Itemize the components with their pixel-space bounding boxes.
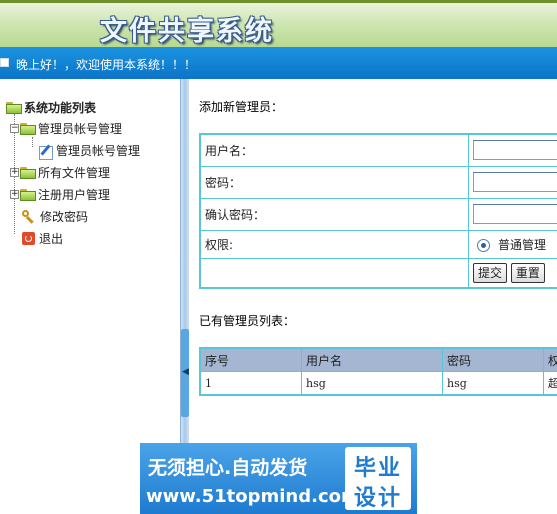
app-title: 文件共享系统	[100, 16, 274, 47]
add-admin-form: 用户名： 密码： 确认密码： 权限: 普通管理 提交 重置	[199, 133, 557, 289]
username-label: 用户名：	[199, 133, 469, 167]
sidebar-item-logout[interactable]: 退出	[22, 229, 63, 247]
folder-icon	[20, 188, 36, 201]
sidebar-item-admin-account-manage[interactable]: 管理员帐号管理	[38, 141, 141, 160]
add-admin-heading: 添加新管理员：	[199, 100, 284, 114]
sidebar-item-admin-accounts[interactable]: − 管理员帐号管理	[10, 119, 122, 137]
welcome-text: 晚上好！，欢迎使用本系统！！！	[16, 58, 197, 72]
collapse-arrow-icon: ◀	[182, 367, 189, 377]
sidebar-item-label: 退出	[39, 231, 64, 246]
username-input[interactable]	[473, 140, 557, 161]
welcome-bar: 晚上好！，欢迎使用本系统！！！	[0, 47, 557, 79]
permission-option-label: 普通管理	[498, 237, 547, 252]
sidebar-item-label: 管理员帐号管理	[38, 121, 123, 136]
sidebar-item-label: 修改密码	[40, 209, 89, 224]
actions-cell: 提交 重置	[468, 257, 557, 289]
exit-icon	[22, 232, 35, 245]
form-row-username: 用户名：	[199, 133, 557, 167]
permission-label: 权限:	[199, 229, 469, 259]
sidebar-root[interactable]: 系统功能列表	[6, 98, 96, 116]
column-header: 用户名	[301, 347, 443, 372]
username-cell	[468, 133, 557, 167]
sidebar-item-label: 注册用户管理	[38, 187, 111, 202]
reset-button[interactable]: 重置	[510, 262, 545, 283]
column-header: 序号	[199, 347, 302, 372]
table-row: 1 hsg hsg 超	[199, 371, 557, 396]
folder-icon	[20, 166, 36, 179]
admin-list-heading: 已有管理员列表：	[199, 314, 296, 328]
folder-icon	[20, 122, 36, 135]
watermark-line2: www.51topmind.com	[146, 486, 360, 507]
sidebar-item-change-password[interactable]: 修改密码	[22, 207, 88, 225]
form-row-confirm: 确认密码：	[199, 197, 557, 231]
sidebar-item-registered-users[interactable]: + 注册用户管理	[10, 185, 110, 203]
confirm-cell	[468, 197, 557, 231]
key-icon	[22, 209, 36, 224]
form-row-password: 密码：	[199, 165, 557, 199]
form-row-permission: 权限: 普通管理	[199, 229, 557, 259]
password-input[interactable]	[473, 172, 557, 192]
watermark-badge: 毕业 设计	[345, 447, 411, 511]
column-header: 权	[543, 347, 557, 372]
collapse-icon[interactable]: −	[10, 124, 19, 133]
edit-icon	[38, 143, 54, 160]
table-header-row: 序号 用户名 密码 权	[199, 347, 557, 372]
welcome-icon	[0, 58, 9, 67]
column-header: 密码	[442, 347, 544, 372]
confirm-password-input[interactable]	[473, 204, 557, 224]
actions-spacer	[199, 257, 469, 289]
permission-cell: 普通管理	[468, 229, 557, 259]
table-cell: 1	[199, 371, 302, 396]
table-cell: hsg	[442, 371, 544, 396]
sidebar-item-all-files[interactable]: + 所有文件管理	[10, 163, 110, 181]
form-row-actions: 提交 重置	[199, 257, 557, 289]
password-label: 密码：	[199, 165, 469, 199]
expand-icon[interactable]: +	[10, 168, 19, 177]
submit-button[interactable]: 提交	[473, 262, 508, 283]
watermark-text-block: 无须担心.自动发货 www.51topmind.com	[140, 443, 360, 514]
confirm-password-label: 确认密码：	[199, 197, 469, 231]
sidebar-item-label: 管理员帐号管理	[56, 143, 141, 158]
tree-line	[32, 137, 33, 147]
watermark-line1: 无须担心.自动发货	[148, 457, 308, 479]
sidebar-item-label: 所有文件管理	[38, 165, 111, 180]
admin-list-table: 序号 用户名 密码 权 1 hsg hsg 超	[199, 347, 557, 396]
watermark-badge-bottom: 设计	[353, 486, 402, 511]
permission-radio[interactable]	[477, 238, 490, 252]
splitter-handle[interactable]: ◀	[181, 329, 189, 417]
password-cell	[468, 165, 557, 199]
folder-open-icon	[6, 101, 22, 114]
watermark-badge-top: 毕业	[353, 456, 402, 481]
table-cell: hsg	[301, 371, 443, 396]
table-cell: 超	[543, 371, 557, 396]
watermark-banner: 无须担心.自动发货 www.51topmind.com 毕业 设计	[140, 443, 417, 514]
expand-icon[interactable]: +	[10, 190, 19, 199]
app-header: 文件共享系统	[0, 0, 557, 47]
sidebar-root-label: 系统功能列表	[24, 100, 97, 115]
